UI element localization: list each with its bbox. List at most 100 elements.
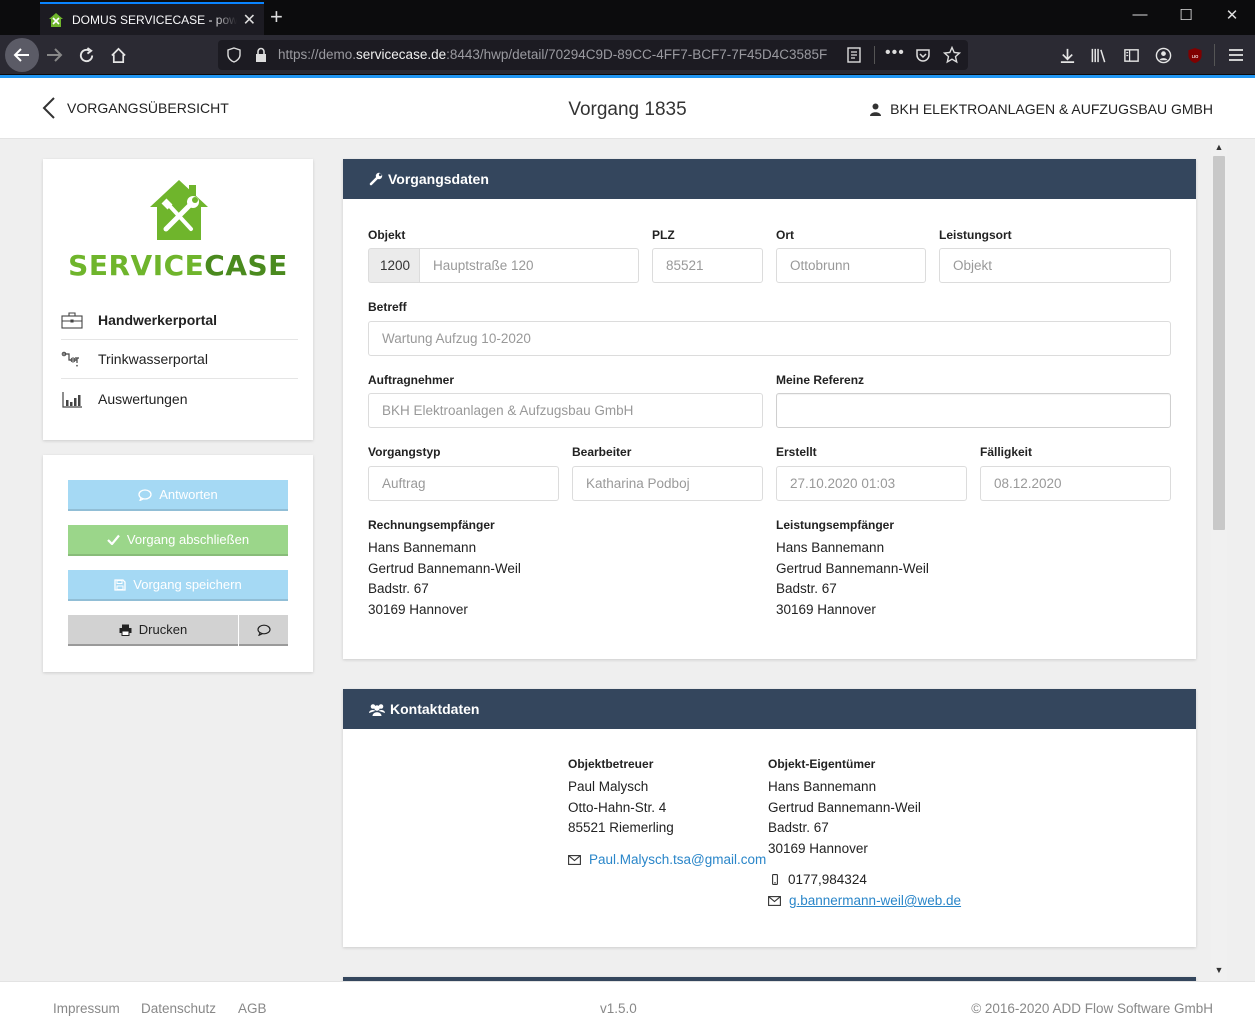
vorgangstyp-field: Auftrag	[368, 466, 559, 501]
shield-icon[interactable]	[226, 47, 242, 63]
reader-view-icon[interactable]	[846, 47, 862, 63]
wrench-icon	[369, 172, 383, 186]
bar-chart-icon	[62, 391, 82, 408]
eigentuemer-email-link[interactable]: g.bannermann-weil@web.de	[789, 893, 961, 908]
tab-close-icon[interactable]: ✕	[243, 10, 256, 30]
eigentuemer-phone-row: 0177,984324	[772, 872, 867, 887]
envelope-icon	[568, 854, 581, 865]
faelligkeit-field: 08.12.2020	[980, 466, 1171, 501]
envelope-icon	[768, 895, 781, 906]
comment-button[interactable]	[239, 615, 288, 646]
servicecase-logo-text: SERVICECASE	[68, 249, 288, 282]
vorgangsdaten-panel: Vorgangsdaten Objekt 1200 Hauptstraße 12…	[343, 159, 1196, 659]
eigentuemer-label: Objekt-Eigentümer	[768, 757, 876, 771]
app-header: VORGANGSÜBERSICHT Vorgang 1835 BKH ELEKT…	[0, 78, 1255, 139]
hamburger-menu-icon[interactable]	[1224, 43, 1248, 67]
sidebar-item-trinkwasserportal[interactable]: Trinkwasserportal	[61, 340, 298, 379]
auftragnehmer-field: BKH Elektroanlagen & Aufzugsbau GmbH	[368, 393, 763, 428]
leistungsort-label: Leistungsort	[939, 228, 1012, 242]
rechnungsempfaenger-address: Hans Bannemann Gertrud Bannemann-Weil Ba…	[368, 540, 521, 618]
erstellt-field: 27.10.2020 01:03	[776, 466, 967, 501]
impressum-link[interactable]: Impressum	[53, 1001, 120, 1016]
servicecase-logo-icon	[150, 180, 208, 240]
pocket-icon[interactable]	[915, 47, 931, 63]
rechnungsempfaenger-label: Rechnungsempfänger	[368, 518, 495, 532]
back-arrow-icon[interactable]	[5, 38, 39, 72]
referenz-input[interactable]	[776, 393, 1171, 428]
print-button[interactable]: Drucken	[68, 615, 238, 646]
browser-toolbar: https://demo.servicecase.de:8443/hwp/det…	[0, 35, 1255, 75]
vorgangstyp-label: Vorgangstyp	[368, 445, 441, 459]
url-text: https://demo.servicecase.de:8443/hwp/det…	[278, 47, 828, 62]
bookmark-star-icon[interactable]	[943, 46, 961, 64]
sidebar-item-auswertungen[interactable]: Auswertungen	[61, 379, 298, 418]
company-account-link[interactable]: BKH ELEKTROANLAGEN & AUFZUGSBAU GMBH	[870, 101, 1213, 117]
sidebar-item-label: Auswertungen	[98, 390, 188, 407]
objekt-number: 1200	[368, 248, 420, 283]
scroll-down-arrow-icon[interactable]: ▼	[1211, 965, 1227, 975]
maximize-icon[interactable]: ☐	[1163, 6, 1209, 24]
eigentuemer-phone: 0177,984324	[788, 872, 867, 887]
water-pipe-icon	[61, 351, 79, 367]
browser-tabbar: DOMUS SERVICECASE - powered by ADD Flow …	[0, 0, 1255, 35]
minimize-icon[interactable]: —	[1117, 6, 1163, 23]
comment-icon	[256, 624, 271, 636]
agb-link[interactable]: AGB	[238, 1001, 267, 1016]
kontaktdaten-header: Kontaktdaten	[343, 689, 1196, 729]
address-bar[interactable]: https://demo.servicecase.de:8443/hwp/det…	[218, 40, 968, 70]
forward-arrow-icon[interactable]	[42, 43, 66, 67]
sidebar-actions-card: Antworten Vorgang abschließen Vorgang sp…	[43, 455, 313, 672]
browser-tab[interactable]: DOMUS SERVICECASE - powered by ADD Flow …	[40, 2, 264, 35]
lock-icon[interactable]	[254, 47, 268, 63]
sidebar-toggle-icon[interactable]	[1119, 43, 1143, 67]
objektbetreuer-email-link[interactable]: Paul.Malysch.tsa@gmail.com	[589, 852, 766, 867]
objektbetreuer-address: Paul Malysch Otto-Hahn-Str. 4 85521 Riem…	[568, 779, 674, 836]
close-case-button[interactable]: Vorgang abschließen	[68, 525, 288, 556]
ort-field: Ottobrunn	[776, 248, 926, 283]
home-icon[interactable]	[106, 43, 130, 67]
svg-text:uo: uo	[1191, 53, 1199, 59]
page-actions-icon[interactable]: •••	[885, 44, 905, 62]
user-icon	[870, 103, 882, 116]
save-case-button[interactable]: Vorgang speichern	[68, 570, 288, 601]
objektbetreuer-label: Objektbetreuer	[568, 757, 654, 771]
account-icon[interactable]	[1151, 43, 1175, 67]
ublock-icon[interactable]: uo	[1183, 43, 1207, 67]
datenschutz-link[interactable]: Datenschutz	[141, 1001, 216, 1016]
new-tab-icon[interactable]: +	[270, 5, 283, 29]
floppy-disk-icon	[114, 578, 126, 591]
sidebar-nav: Handwerkerportal Trinkwasserportal Auswe…	[61, 301, 298, 418]
library-icon[interactable]	[1087, 43, 1111, 67]
scroll-up-arrow-icon[interactable]: ▲	[1211, 142, 1227, 152]
page-scrollbar-thumb[interactable]	[1213, 156, 1225, 530]
eigentuemer-email-row: g.bannermann-weil@web.de	[768, 893, 961, 908]
objekt-label: Objekt	[368, 228, 406, 242]
window-close-icon[interactable]: ✕	[1209, 6, 1255, 24]
users-icon	[369, 703, 385, 716]
faelligkeit-label: Fälligkeit	[980, 445, 1033, 459]
briefcase-icon	[61, 312, 83, 329]
chat-bubble-icon	[138, 488, 152, 501]
sidebar-item-label: Handwerkerportal	[98, 312, 218, 328]
download-icon[interactable]	[1055, 43, 1079, 67]
checkmark-icon	[107, 534, 120, 545]
eigentuemer-address: Hans Bannemann Gertrud Bannemann-Weil Ba…	[768, 779, 921, 857]
leistungsort-field: Objekt	[939, 248, 1171, 283]
sidebar-logo-card: SERVICECASE Handwerkerportal Trinkwasser…	[43, 159, 313, 440]
sidebar-item-handwerkerportal[interactable]: Handwerkerportal	[61, 301, 298, 340]
mobile-phone-icon	[772, 874, 778, 885]
ort-label: Ort	[776, 228, 794, 242]
copyright-label: © 2016-2020 ADD Flow Software GmbH	[971, 1001, 1213, 1016]
plz-label: PLZ	[652, 228, 675, 242]
betreff-field: Wartung Aufzug 10-2020	[368, 321, 1171, 356]
objektbetreuer-email-row: Paul.Malysch.tsa@gmail.com	[568, 852, 766, 867]
bearbeiter-field: Katharina Podboj	[572, 466, 763, 501]
tab-title: DOMUS SERVICECASE - powered by ADD Flow …	[72, 12, 237, 27]
bearbeiter-label: Bearbeiter	[572, 445, 632, 459]
reload-icon[interactable]	[74, 43, 98, 67]
answer-button[interactable]: Antworten	[68, 480, 288, 511]
vorgangsdaten-header: Vorgangsdaten	[343, 159, 1196, 199]
company-name: BKH ELEKTROANLAGEN & AUFZUGSBAU GMBH	[890, 101, 1213, 117]
kontaktdaten-panel: Kontaktdaten Objektbetreuer Paul Malysch…	[343, 689, 1196, 947]
printer-icon	[119, 624, 132, 636]
